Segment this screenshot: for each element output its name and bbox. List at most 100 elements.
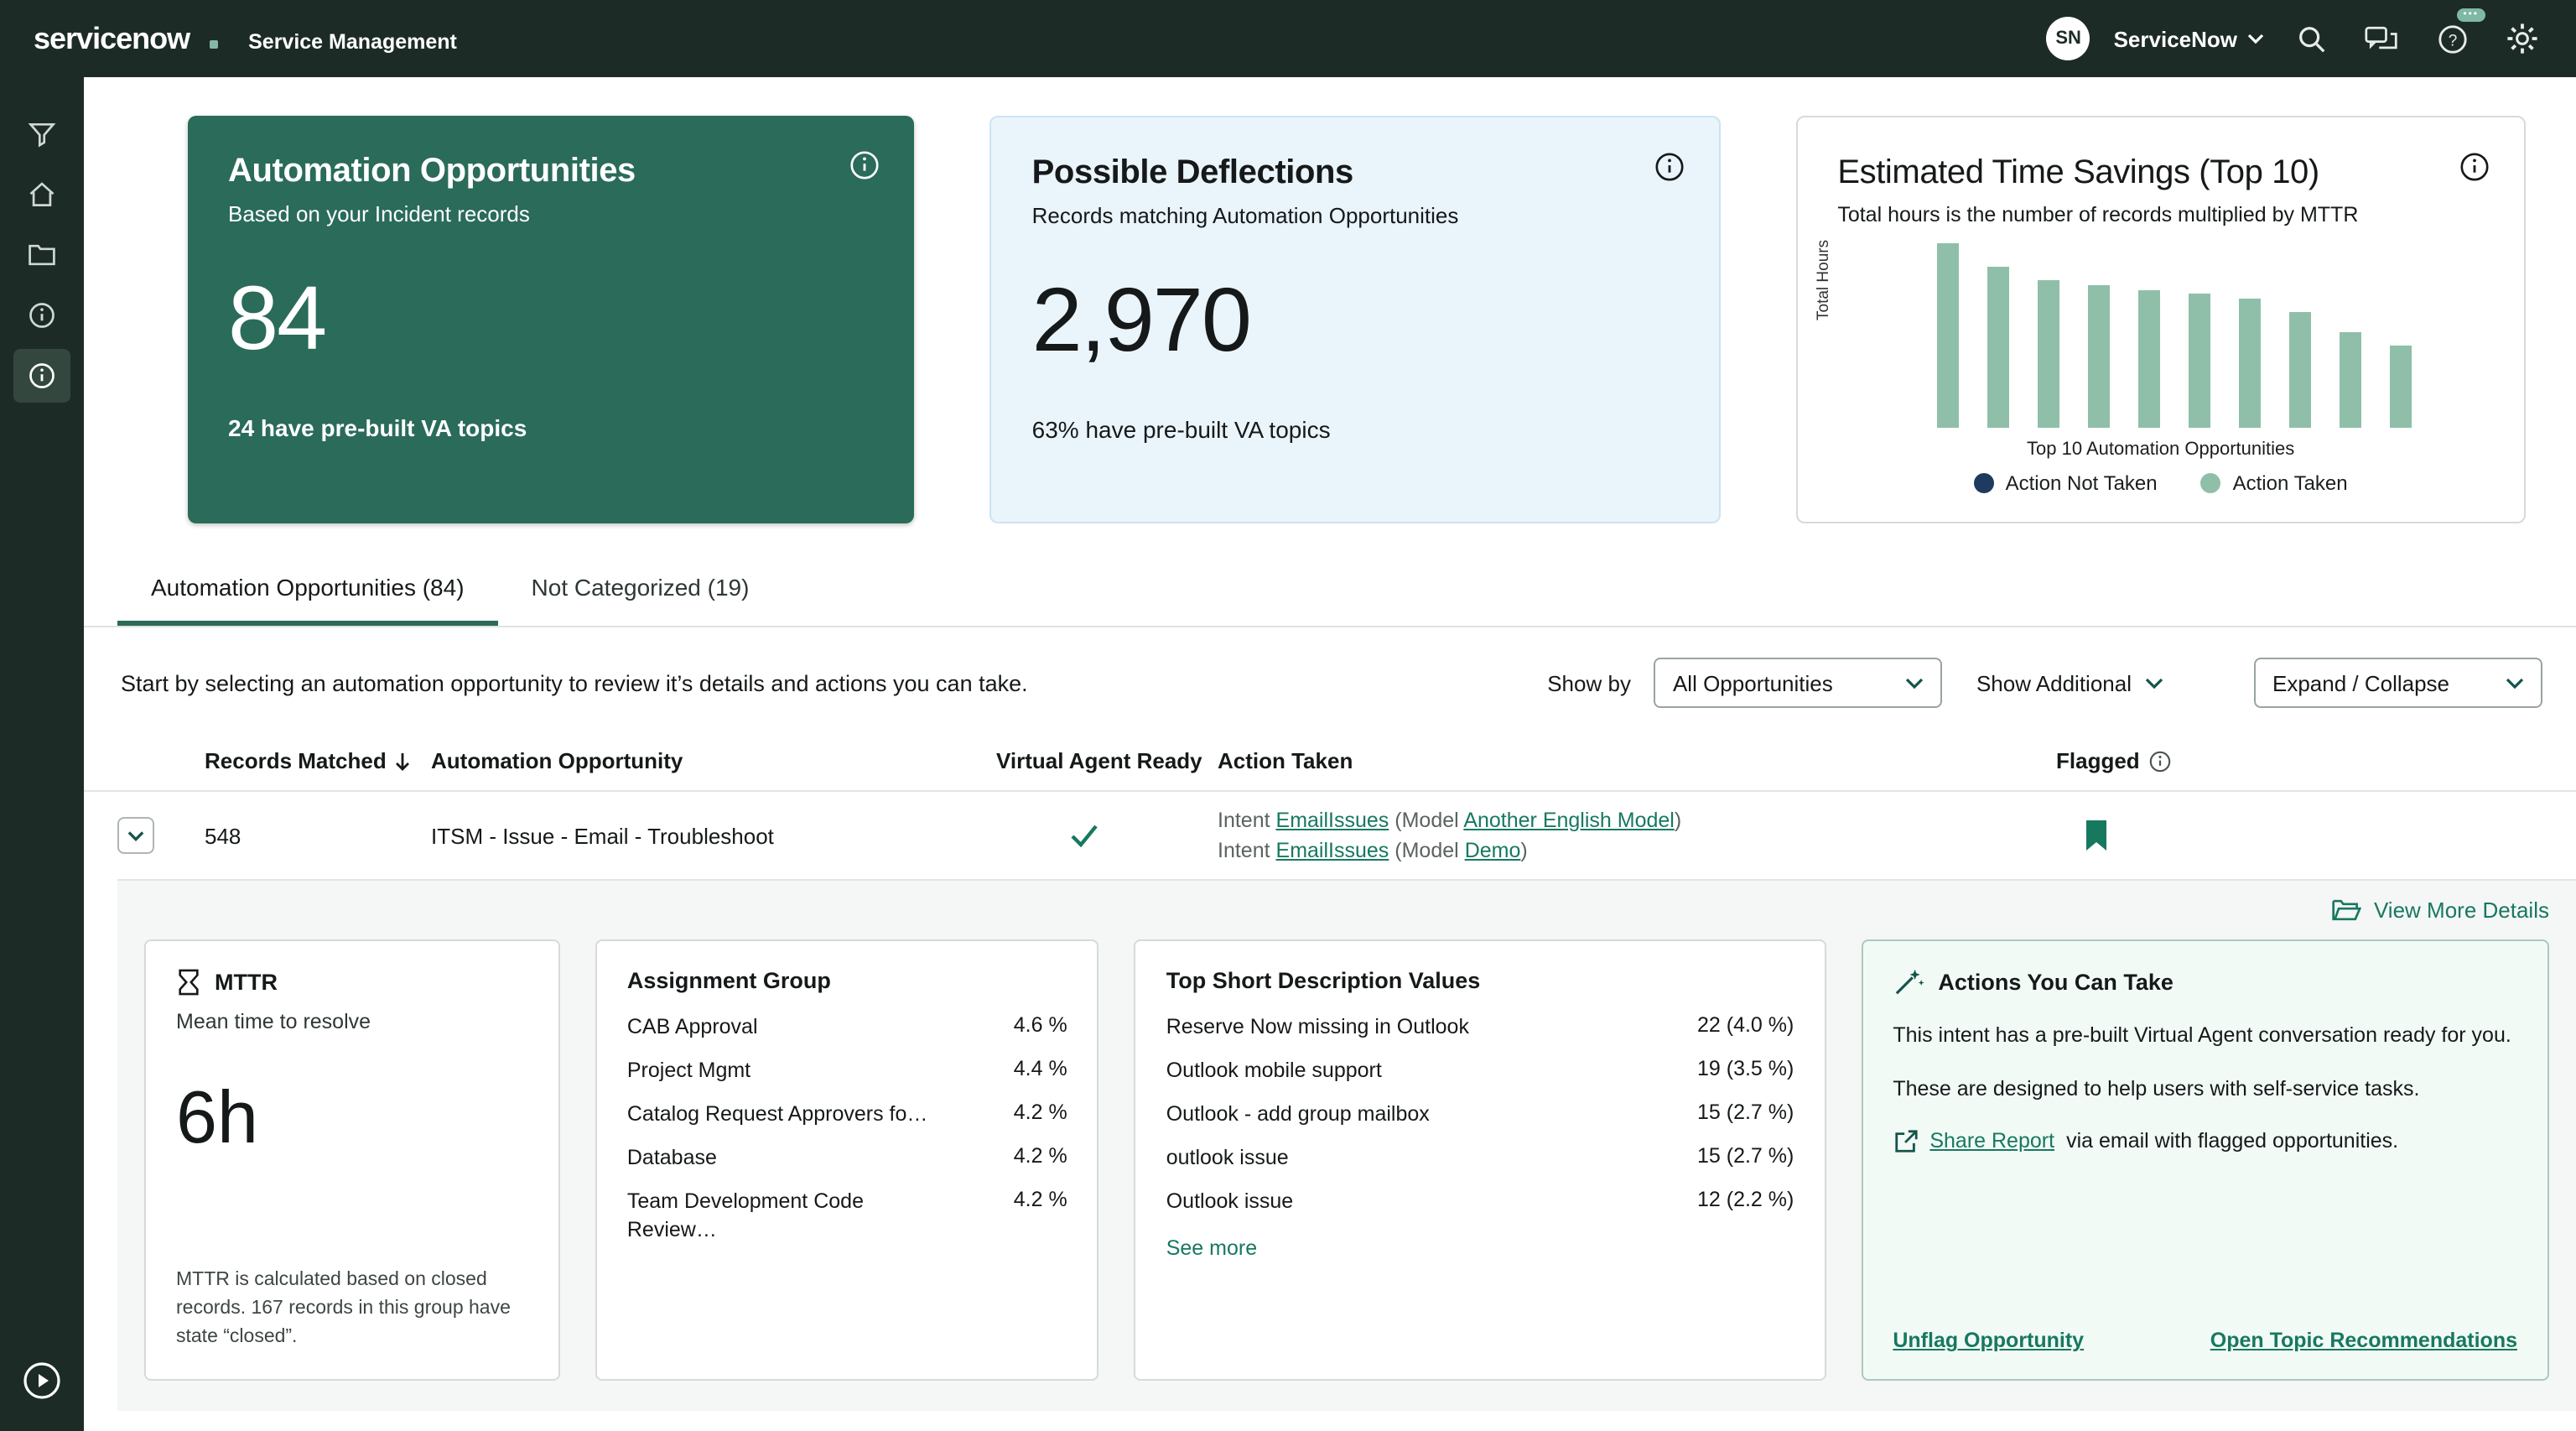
main-content: Automation Opportunities Based on your I… (84, 77, 2576, 1431)
show-by-select[interactable]: All Opportunities (1654, 658, 1943, 708)
legend-dot-taken (2201, 473, 2221, 493)
intent-line: Intent EmailIssues (Model Another Englis… (1218, 805, 2056, 835)
card-footnote: 63% have pre-built VA topics (1032, 416, 1679, 443)
chart-x-axis-label: Top 10 Automation Opportunities (1837, 440, 2484, 460)
bar (1987, 268, 2009, 428)
bookmark-flag-icon[interactable] (2083, 819, 2110, 852)
sort-desc-icon (395, 751, 412, 771)
list-item: Team Development Code Review…4.2 % (627, 1188, 1067, 1245)
mttr-value: 6h (176, 1078, 528, 1162)
bar (2289, 311, 2311, 428)
chevron-down-icon (2145, 677, 2163, 689)
intent-link[interactable]: EmailIssues (1276, 809, 1389, 832)
tab-not-categorized[interactable]: Not Categorized (19) (498, 557, 783, 626)
bar-chart: Total Hours Top 10 Automation Opportunit… (1837, 243, 2484, 495)
col-flagged: Flagged (2056, 748, 2576, 773)
actions-line-2: These are designed to help users with se… (1893, 1075, 2517, 1105)
unflag-opportunity-link[interactable]: Unflag Opportunity (1893, 1330, 2084, 1353)
open-topic-recommendations-link[interactable]: Open Topic Recommendations (2210, 1330, 2517, 1353)
top-short-description-card: Top Short Description Values Reserve Now… (1135, 940, 1826, 1382)
card-subtitle: Total hours is the number of records mul… (1837, 203, 2484, 226)
list-item: CAB Approval4.6 % (627, 1014, 1067, 1043)
card-footnote: 24 have pre-built VA topics (228, 414, 875, 441)
info-icon[interactable] (2459, 151, 2490, 183)
bar (2189, 293, 2210, 428)
check-icon (1070, 824, 1098, 847)
card-subtitle: Records matching Automation Opportunitie… (1032, 203, 1679, 228)
product-title: Service Management (248, 29, 457, 53)
info-icon[interactable] (1653, 151, 1685, 183)
bar-chart-bars (1837, 243, 2484, 428)
show-by-value: All Opportunities (1673, 670, 1833, 695)
bar (2239, 299, 2261, 428)
expand-collapse-button[interactable]: Expand / Collapse (2254, 658, 2542, 708)
mttr-note: MTTR is calculated based on closed recor… (176, 1266, 528, 1353)
info-icon-active[interactable] (13, 349, 70, 403)
col-automation-opportunity: Automation Opportunity (431, 748, 996, 773)
magic-wand-icon (1893, 969, 1924, 997)
top-short-description-title: Top Short Description Values (1166, 969, 1481, 994)
legend-item-not-taken: Action Not Taken (1974, 471, 2158, 495)
play-icon[interactable] (13, 1354, 70, 1408)
card-value: 84 (228, 267, 875, 371)
tab-automation-opportunities[interactable]: Automation Opportunities (84) (117, 557, 498, 626)
home-icon[interactable] (13, 168, 70, 221)
assignment-group-list: CAB Approval4.6 % Project Mgmt4.4 % Cata… (627, 1014, 1067, 1245)
account-menu[interactable]: ServiceNow (2114, 26, 2264, 51)
show-additional-select[interactable]: Show Additional (1963, 670, 2177, 695)
assignment-group-title: Assignment Group (627, 969, 831, 994)
search-icon[interactable] (2288, 15, 2334, 62)
model-link[interactable]: Another English Model (1463, 809, 1675, 832)
card-title: Estimated Time Savings (Top 10) (1837, 154, 2484, 193)
share-icon (1893, 1128, 1918, 1153)
possible-deflections-card[interactable]: Possible Deflections Records matching Au… (990, 116, 1721, 523)
tab-bar: Automation Opportunities (84) Not Catego… (84, 557, 2576, 627)
list-item: Outlook issue12 (2.2 %) (1166, 1188, 1794, 1216)
cell-records-matched: 548 (205, 823, 431, 848)
col-records-matched[interactable]: Records Matched (205, 748, 431, 773)
legend-item-taken: Action Taken (2201, 471, 2348, 495)
logo-text: servicenow (34, 21, 190, 56)
expanded-detail-panel: View More Details MTTR Mean time to reso… (117, 880, 2576, 1412)
actions-footer-links: Unflag Opportunity Open Topic Recommenda… (1893, 1330, 2517, 1353)
bar (2088, 286, 2110, 428)
filter-icon[interactable] (13, 107, 70, 161)
row-expander-button[interactable] (117, 817, 154, 854)
open-folder-icon (2332, 898, 2362, 924)
see-more-link[interactable]: See more (1166, 1236, 1794, 1259)
intent-link[interactable]: EmailIssues (1276, 839, 1389, 862)
intent-line: Intent EmailIssues (Model Demo) (1218, 835, 2056, 866)
chevron-down-icon (1906, 677, 1924, 689)
bar (2038, 280, 2059, 428)
card-title: Possible Deflections (1032, 154, 1679, 193)
cell-va-ready (996, 824, 1218, 847)
top-short-description-list: Reserve Now missing in Outlook22 (4.0 %)… (1166, 1014, 1794, 1216)
actions-title: Actions You Can Take (1938, 970, 2174, 996)
model-link[interactable]: Demo (1465, 839, 1521, 862)
mttr-subtitle: Mean time to resolve (176, 1011, 528, 1034)
info-icon[interactable] (13, 289, 70, 342)
legend-label: Action Not Taken (2006, 471, 2158, 495)
info-icon[interactable] (849, 149, 881, 181)
chevron-down-icon (127, 830, 144, 841)
col-virtual-agent-ready: Virtual Agent Ready (996, 748, 1218, 773)
top-bar: servicenow Service Management SN Service… (0, 0, 2576, 77)
folder-icon[interactable] (13, 228, 70, 282)
avatar[interactable]: SN (2047, 17, 2090, 60)
help-icon[interactable]: ••• ? (2428, 15, 2475, 62)
chat-icon[interactable] (2358, 15, 2405, 62)
info-icon[interactable] (2148, 749, 2172, 773)
view-more-details-link[interactable]: View More Details (2332, 898, 2549, 924)
table-row[interactable]: 548 ITSM - Issue - Email - Troubleshoot … (84, 790, 2576, 880)
list-item: Project Mgmt4.4 % (627, 1057, 1067, 1085)
card-title: Automation Opportunities (228, 153, 875, 191)
gear-icon[interactable] (2499, 15, 2546, 62)
notification-badge: ••• (2456, 8, 2485, 22)
expand-collapse-label: Expand / Collapse (2272, 670, 2449, 695)
chevron-down-icon (2247, 33, 2264, 44)
top-bar-right: SN ServiceNow ••• ? (2047, 15, 2546, 62)
share-report-link[interactable]: Share Report (1929, 1129, 2054, 1153)
actions-card: Actions You Can Take This intent has a p… (1861, 940, 2549, 1382)
automation-opportunities-card[interactable]: Automation Opportunities Based on your I… (188, 116, 915, 523)
list-item: Outlook - add group mailbox15 (2.7 %) (1166, 1101, 1794, 1129)
